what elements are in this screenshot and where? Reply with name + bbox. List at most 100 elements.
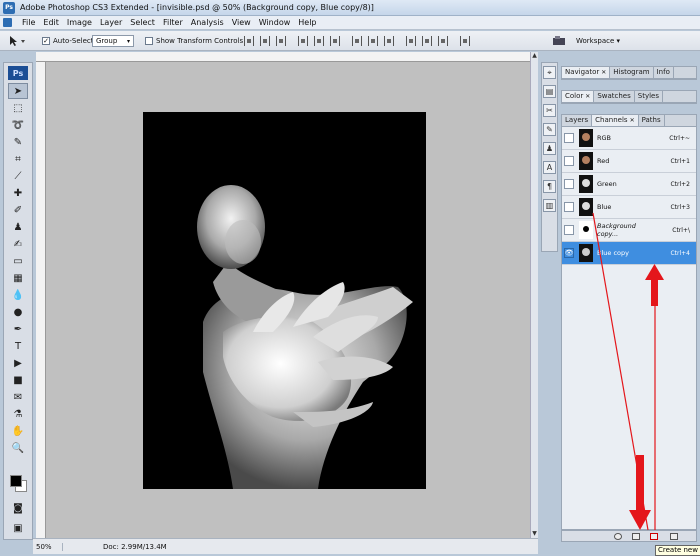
channel-row-blue-copy[interactable]: 👁 Blue copy Ctrl+4 (562, 242, 696, 265)
tab-navigator[interactable]: Navigator ✕ (562, 67, 611, 78)
quick-select-tool-icon[interactable]: ✎ (8, 134, 28, 150)
bridge-icon[interactable] (552, 34, 566, 48)
path-select-tool-icon[interactable]: ▶ (8, 355, 28, 371)
menu-help[interactable]: Help (294, 18, 320, 27)
move-tool-icon[interactable]: ➤ (8, 83, 28, 99)
type-tool-icon[interactable]: T (8, 338, 28, 354)
close-icon[interactable]: ✕ (630, 117, 635, 124)
show-transform-checkbox[interactable] (145, 37, 153, 45)
channel-row-green[interactable]: Green Ctrl+2 (562, 173, 696, 196)
menu-file[interactable]: File (18, 18, 39, 27)
visibility-toggle[interactable] (564, 156, 574, 166)
auto-align-icon[interactable] (460, 36, 470, 46)
scroll-up-icon[interactable]: ▲ (531, 52, 538, 60)
align-bottom-icon[interactable] (276, 36, 286, 46)
distribute-hcenter-icon[interactable] (422, 36, 432, 46)
distribute-bottom-icon[interactable] (384, 36, 394, 46)
vertical-scrollbar[interactable]: ▲ ▼ (530, 52, 538, 538)
distribute-vcenter-icon[interactable] (368, 36, 378, 46)
foreground-color-swatch[interactable] (10, 475, 22, 487)
menu-select[interactable]: Select (126, 18, 159, 27)
navigator-icon[interactable]: ⌖ (543, 66, 556, 79)
shape-tool-icon[interactable]: ■ (8, 372, 28, 388)
tab-histogram[interactable]: Histogram (610, 67, 654, 78)
workspace-button[interactable]: Workspace ▾ (576, 34, 620, 48)
menu-filter[interactable]: Filter (159, 18, 187, 27)
screen-mode-icon[interactable]: ▣ (8, 520, 28, 536)
trash-icon[interactable] (670, 533, 678, 540)
brush-tool-icon[interactable]: ✐ (8, 202, 28, 218)
eraser-tool-icon[interactable]: ▭ (8, 253, 28, 269)
pen-tool-icon[interactable]: ✒ (8, 321, 28, 337)
align-right-icon[interactable] (330, 36, 340, 46)
menu-analysis[interactable]: Analysis (187, 18, 228, 27)
align-hcenter-icon[interactable] (314, 36, 324, 46)
window-title: Adobe Photoshop CS3 Extended - [invisibl… (20, 3, 374, 12)
lasso-tool-icon[interactable]: ➰ (8, 117, 28, 133)
clone-stamp-tool-icon[interactable]: ♟ (8, 219, 28, 235)
load-selection-icon[interactable] (614, 533, 622, 540)
align-left-icon[interactable] (298, 36, 308, 46)
histogram-icon[interactable]: ▤ (543, 85, 556, 98)
tab-info[interactable]: Info (654, 67, 674, 78)
tab-channels[interactable]: Channels ✕ (592, 115, 639, 126)
close-icon[interactable]: ✕ (601, 69, 606, 76)
auto-select-dropdown[interactable]: Group ▾ (92, 35, 134, 47)
visibility-toggle[interactable] (564, 225, 574, 235)
photoshop-menu-icon[interactable] (3, 18, 12, 27)
channel-row-background-copy[interactable]: Background copy... Ctrl+\ (562, 219, 696, 242)
healing-brush-tool-icon[interactable]: ✚ (8, 185, 28, 201)
gradient-tool-icon[interactable]: ▦ (8, 270, 28, 286)
tools-ps-badge: Ps (8, 66, 28, 80)
visibility-toggle[interactable] (564, 202, 574, 212)
clone-source-icon[interactable]: ♟ (543, 142, 556, 155)
close-icon[interactable]: ✕ (585, 93, 590, 100)
eyedropper-tool-icon[interactable]: ⚗ (8, 406, 28, 422)
dodge-tool-icon[interactable]: ● (8, 304, 28, 320)
distribute-right-icon[interactable] (438, 36, 448, 46)
marquee-tool-icon[interactable]: ⬚ (8, 100, 28, 116)
tab-layers[interactable]: Layers (562, 115, 593, 126)
channel-row-red[interactable]: Red Ctrl+1 (562, 150, 696, 173)
channel-row-rgb[interactable]: RGB Ctrl+~ (562, 127, 696, 150)
tool-presets-icon[interactable]: ✂ (543, 104, 556, 117)
menu-view[interactable]: View (228, 18, 255, 27)
tab-styles[interactable]: Styles (635, 91, 663, 102)
align-top-icon[interactable] (244, 36, 254, 46)
paragraph-icon[interactable]: ¶ (543, 180, 556, 193)
distribute-left-icon[interactable] (406, 36, 416, 46)
create-new-channel-icon[interactable] (650, 533, 658, 540)
visibility-toggle[interactable] (564, 133, 574, 143)
distribute-top-icon[interactable] (352, 36, 362, 46)
save-selection-icon[interactable] (632, 533, 640, 540)
blur-tool-icon[interactable]: 💧 (8, 287, 28, 303)
hand-tool-icon[interactable]: ✋ (8, 423, 28, 439)
tab-paths[interactable]: Paths (639, 115, 665, 126)
move-tool-preset-icon[interactable] (8, 34, 28, 48)
tab-color[interactable]: Color ✕ (562, 91, 595, 102)
menu-edit[interactable]: Edit (39, 18, 63, 27)
menu-image[interactable]: Image (63, 18, 96, 27)
menu-window[interactable]: Window (255, 18, 295, 27)
crop-tool-icon[interactable]: ⌗ (8, 151, 28, 167)
document-image[interactable] (143, 112, 426, 489)
notes-tool-icon[interactable]: ✉ (8, 389, 28, 405)
channel-row-blue[interactable]: Blue Ctrl+3 (562, 196, 696, 219)
character-icon[interactable]: A (543, 161, 556, 174)
menu-layer[interactable]: Layer (96, 18, 126, 27)
visibility-toggle[interactable] (564, 179, 574, 189)
layer-comps-icon[interactable]: ▥ (543, 199, 556, 212)
channels-panel-group: Layers Channels ✕ Paths RGB Ctrl+~ Red Ct… (561, 114, 697, 530)
align-vcenter-icon[interactable] (260, 36, 270, 46)
doc-size[interactable]: Doc: 2.99M/13.4M (103, 543, 167, 551)
slice-tool-icon[interactable]: ⟋ (8, 168, 28, 184)
zoom-tool-icon[interactable]: 🔍 (8, 440, 28, 456)
quick-mask-icon[interactable]: ◙ (8, 500, 28, 516)
auto-select-checkbox[interactable]: ✓ (42, 37, 50, 45)
zoom-level[interactable]: 50% (33, 542, 63, 551)
history-brush-tool-icon[interactable]: ✍ (8, 236, 28, 252)
brushes-icon[interactable]: ✎ (543, 123, 556, 136)
scroll-down-icon[interactable]: ▼ (531, 530, 538, 538)
eye-icon[interactable]: 👁 (564, 248, 574, 258)
tab-swatches[interactable]: Swatches (594, 91, 635, 102)
